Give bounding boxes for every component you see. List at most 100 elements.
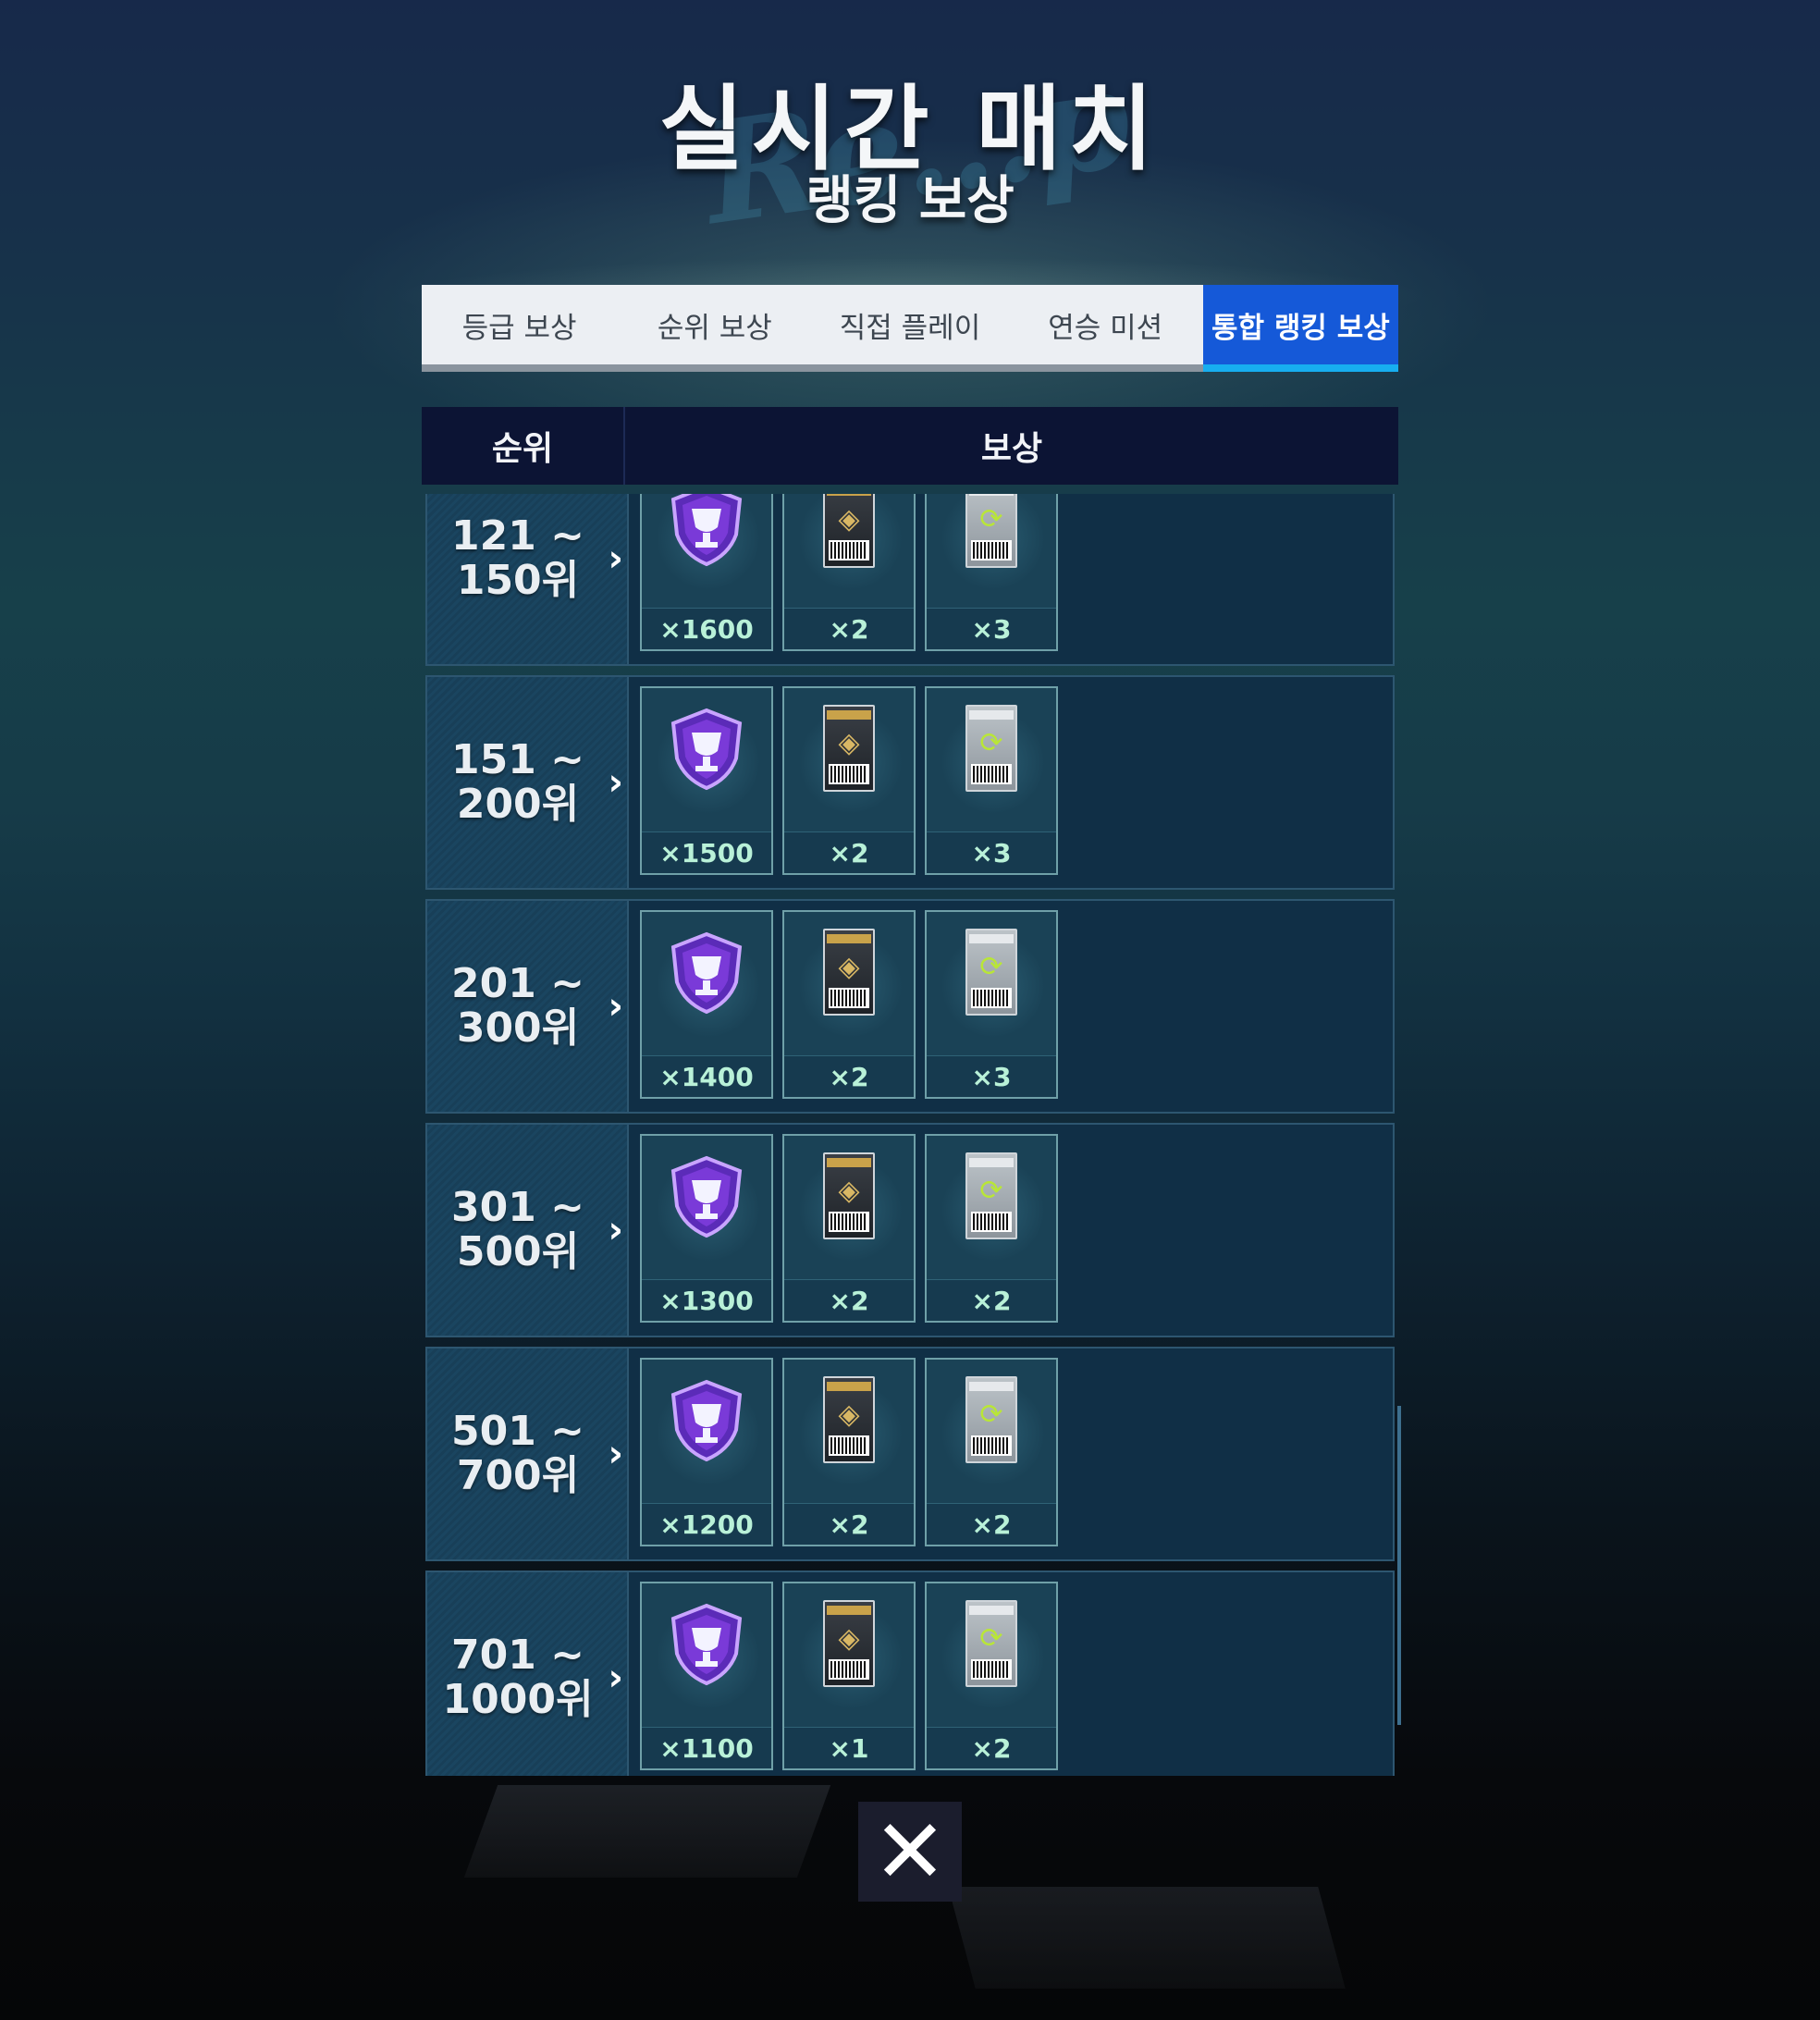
potential-reset-ticket-icon: ⟳ [927,1376,1056,1463]
rank-range: 501 ~700위 [451,1410,584,1498]
rank-range-start: 501 ~ [450,1408,585,1455]
chevron-right-icon[interactable]: › [609,1657,623,1699]
close-button[interactable]: ✕ [858,1800,962,1903]
tab-grade-reward[interactable]: 등급 보상 [422,285,617,364]
rank-cell[interactable]: 151 ~200위 › [427,677,629,888]
reward-item[interactable]: ⟳ ×2 [925,1134,1058,1323]
chevron-right-icon[interactable]: › [609,985,623,1028]
trophy-badge-icon [642,1152,771,1241]
reward-count: ×2 [784,608,914,649]
potential-reset-ticket-icon: ⟳ [927,705,1056,792]
reward-item[interactable]: ⟳ ×2 [925,1358,1058,1546]
reward-item[interactable]: ×1400 [640,910,773,1099]
reward-item[interactable]: ×1500 [640,686,773,875]
rank-range-end: 500위 [456,1228,580,1275]
rank-range: 701 ~1000위 [443,1633,594,1722]
reward-list[interactable]: 121 ~150위 › ×1600 ◈ ×2 ⟳ ×3 151 ~200위 › ×1500 ◈ ×2 ⟳… [425,494,1396,1776]
reward-item[interactable]: ◈ ×2 [782,1358,916,1546]
potential-reset-ticket-icon: ⟳ [927,929,1056,1016]
rank-cell[interactable]: 201 ~300위 › [427,901,629,1112]
chevron-right-icon[interactable]: › [609,537,623,580]
reward-item[interactable]: ×1300 [640,1134,773,1323]
reward-count: ×2 [784,1503,914,1545]
rank-range-end: 200위 [456,781,580,828]
rank-range: 201 ~300위 [451,962,584,1051]
tab-win-streak-mission[interactable]: 연승 미션 [1008,285,1203,364]
tab-bar: 등급 보상 순위 보상 직접 플레이 연승 미션 통합 랭킹 보상 [422,285,1399,372]
reward-item[interactable]: ◈ ×2 [782,494,916,651]
chevron-right-icon[interactable]: › [609,761,623,804]
potential-reset-ticket-icon: ⟳ [927,1152,1056,1239]
reward-count: ×3 [927,1055,1056,1097]
rank-cell[interactable]: 701 ~1000위 › [427,1572,629,1776]
reward-item[interactable]: ⟳ ×3 [925,910,1058,1099]
reward-items: ×1600 ◈ ×2 ⟳ ×3 [629,494,1393,664]
reward-items: ×1500 ◈ ×2 ⟳ ×3 [629,677,1393,888]
reward-row: 121 ~150위 › ×1600 ◈ ×2 ⟳ ×3 [425,494,1395,666]
bonus-reset-ticket-icon: ◈ [784,1376,914,1463]
reward-item[interactable]: ×1100 [640,1582,773,1770]
trophy-badge-icon [642,1600,771,1689]
reward-item[interactable]: ◈ ×2 [782,910,916,1099]
reward-items: ×1400 ◈ ×2 ⟳ ×3 [629,901,1393,1112]
tab-rank-reward[interactable]: 순위 보상 [617,285,812,364]
rank-cell[interactable]: 121 ~150위 › [427,494,629,664]
trophy-badge-icon [642,1376,771,1465]
bonus-reset-ticket-icon: ◈ [784,929,914,1016]
bonus-reset-ticket-icon: ◈ [784,705,914,792]
reward-count: ×2 [927,1727,1056,1768]
rank-range-start: 301 ~ [450,1184,585,1231]
rank-range-start: 151 ~ [450,736,585,783]
bonus-reset-ticket-icon: ◈ [784,1600,914,1687]
rank-range-start: 701 ~ [450,1632,584,1679]
reward-item[interactable]: ◈ ×2 [782,1134,916,1323]
reward-count: ×2 [927,1279,1056,1321]
trophy-badge-icon [642,494,771,570]
reward-row: 501 ~700위 › ×1200 ◈ ×2 ⟳ ×2 [425,1347,1395,1561]
reward-count: ×1200 [642,1503,771,1545]
reward-item[interactable]: ×1600 [640,494,773,651]
list-scrollbar[interactable] [1397,1406,1401,1725]
reward-item[interactable]: ⟳ ×2 [925,1582,1058,1770]
rank-range-end: 150위 [456,557,580,604]
reward-items: ×1300 ◈ ×2 ⟳ ×2 [629,1125,1393,1336]
reward-count: ×1 [784,1727,914,1768]
column-header-rank: 순위 [422,407,625,485]
rank-range-end: 1000위 [442,1676,594,1723]
rank-cell[interactable]: 501 ~700위 › [427,1349,629,1559]
reward-count: ×2 [927,1503,1056,1545]
bonus-reset-ticket-icon: ◈ [784,494,914,568]
rank-range-end: 300위 [456,1004,580,1052]
rank-range-start: 201 ~ [450,960,585,1007]
rank-range: 121 ~150위 [451,514,584,603]
reward-item[interactable]: ◈ ×1 [782,1582,916,1770]
podium-decoration [463,1785,831,1878]
potential-reset-ticket-icon: ⟳ [927,494,1056,568]
reward-row: 151 ~200위 › ×1500 ◈ ×2 ⟳ ×3 [425,675,1395,890]
reward-item[interactable]: ◈ ×2 [782,686,916,875]
rank-cell[interactable]: 301 ~500위 › [427,1125,629,1336]
reward-item[interactable]: ×1200 [640,1358,773,1546]
reward-count: ×3 [927,608,1056,649]
reward-items: ×1200 ◈ ×2 ⟳ ×2 [629,1349,1393,1559]
reward-count: ×1400 [642,1055,771,1097]
potential-reset-ticket-icon: ⟳ [927,1600,1056,1687]
podium-decoration [948,1887,1346,1989]
reward-item[interactable]: ⟳ ×3 [925,686,1058,875]
chevron-right-icon[interactable]: › [609,1433,623,1475]
reward-row: 301 ~500위 › ×1300 ◈ ×2 ⟳ ×2 [425,1123,1395,1337]
chevron-right-icon[interactable]: › [609,1209,623,1251]
tab-total-ranking-reward[interactable]: 통합 랭킹 보상 [1202,285,1399,372]
reward-count: ×1300 [642,1279,771,1321]
trophy-badge-icon [642,929,771,1017]
reward-item[interactable]: ⟳ ×3 [925,494,1058,651]
tab-direct-play[interactable]: 직접 플레이 [812,285,1007,364]
bonus-reset-ticket-icon: ◈ [784,1152,914,1239]
reward-count: ×3 [927,831,1056,873]
reward-count: ×2 [784,831,914,873]
reward-count: ×1500 [642,831,771,873]
reward-row: 201 ~300위 › ×1400 ◈ ×2 ⟳ ×3 [425,899,1395,1114]
rank-range: 301 ~500위 [451,1186,584,1275]
reward-count: ×2 [784,1055,914,1097]
reward-items: ×1100 ◈ ×1 ⟳ ×2 [629,1572,1393,1776]
